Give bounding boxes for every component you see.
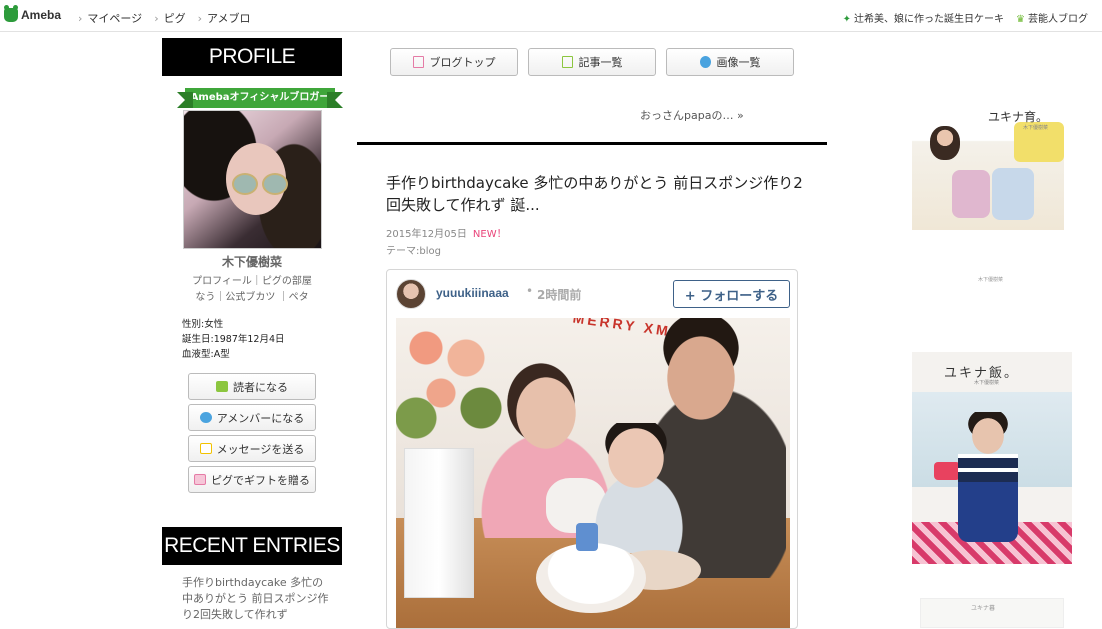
crown-icon: ♛: [1016, 14, 1025, 25]
tab-entry-list[interactable]: 記事一覧: [528, 48, 656, 76]
profile-links: プロフィール｜ピグの部屋 なう｜公式ブカツ ｜ペタ: [162, 274, 342, 306]
star-icon: ✦: [842, 14, 852, 25]
tab-blog-top[interactable]: ブログトップ: [390, 48, 518, 76]
follow-button[interactable]: + フォローする: [673, 280, 790, 308]
post-meta: 2015年12月05日 NEW！ テーマ:blog: [386, 226, 507, 260]
celebrity-blog-link[interactable]: ♛ 芸能人ブログ: [1016, 10, 1088, 25]
tab-image-list[interactable]: 画像一覧: [666, 48, 794, 76]
global-header: Ameba マイページ ピグ アメブロ ✦辻希美、娘に作った誕生日ケーキ ♛芸能…: [0, 0, 1102, 32]
profile-links-line2[interactable]: なう｜公式ブカツ ｜ペタ: [162, 290, 342, 306]
trending-link[interactable]: ✦ 辻希美、娘に作った誕生日ケーキ: [843, 10, 1004, 25]
nav-ameblo[interactable]: アメブロ: [198, 10, 250, 26]
ad1-title: ユキナ育。: [987, 110, 1048, 124]
ad1-subtitle: 木下優樹菜: [1022, 125, 1048, 131]
blogger-name[interactable]: 木下優樹菜: [162, 253, 342, 270]
chat-icon: [199, 412, 212, 423]
ad2-subtitle: 木下優樹菜: [974, 380, 1000, 386]
recent-entry-link[interactable]: 手作りbirthdaycake 多忙の中ありがとう 前日スポンジ作り2回失敗して…: [182, 575, 332, 623]
send-message-button[interactable]: メッセージを送る: [188, 435, 316, 462]
recent-entries-heading: RECENT ENTRIES: [162, 527, 342, 565]
previous-entry-link[interactable]: おっさんpapaの… »: [640, 107, 744, 123]
profile-heading: PROFILE: [162, 38, 342, 76]
mail-icon: [199, 443, 212, 454]
profile-links-line1[interactable]: プロフィール｜ピグの部屋: [162, 274, 342, 290]
profile-avatar[interactable]: [183, 110, 322, 249]
instagram-avatar[interactable]: [396, 279, 426, 309]
post-date: 2015年12月05日: [386, 229, 467, 240]
camera-icon: [699, 56, 711, 68]
document-icon: [412, 56, 424, 68]
list-icon: [561, 56, 573, 68]
instagram-username[interactable]: yuuukiiinaaa: [436, 286, 509, 300]
top-right-links: ✦ 辻希美、娘に作った誕生日ケーキ ♛ 芸能人ブログ: [843, 10, 1088, 25]
post-theme[interactable]: テーマ:blog: [386, 243, 507, 260]
birthday: 誕生日:1987年12月4日: [182, 334, 285, 345]
gender: 性別:女性: [182, 319, 224, 330]
ad-caption: 木下優樹菜: [978, 277, 1004, 283]
divider: [357, 142, 827, 145]
profile-info: 性別:女性 誕生日:1987年12月4日 血液型:A型: [182, 317, 285, 362]
ad-yukina-iku[interactable]: ユキナ育。 木下優樹菜: [912, 82, 1064, 230]
ameba-logo[interactable]: Ameba: [4, 5, 61, 22]
separator-dot: •: [526, 284, 534, 298]
post-time: 2時間前: [537, 288, 582, 302]
amember-button[interactable]: アメンバーになる: [188, 404, 316, 431]
ad-yukina-meshi[interactable]: ユキナ飯。 木下優樹菜: [912, 352, 1072, 564]
new-badge: NEW！: [472, 229, 507, 240]
post-title[interactable]: 手作りbirthdaycake 多忙の中ありがとう 前日スポンジ作り2回失敗して…: [386, 172, 806, 216]
ad3-title: ユキナ暮: [971, 605, 996, 612]
official-blogger-ribbon: Amebaオフィシャルブロガー: [177, 88, 343, 108]
frog-icon: [4, 5, 18, 22]
top-nav: マイページ ピグ アメブロ: [78, 10, 250, 26]
gift-icon: [194, 474, 206, 485]
instagram-photo[interactable]: MERRY XMAS: [396, 318, 790, 628]
instagram-embed: yuuukiiinaaa • 2時間前 + フォローする MERRY XMAS: [386, 269, 798, 629]
nav-mypage[interactable]: マイページ: [78, 10, 142, 26]
nav-pigg[interactable]: ピグ: [154, 10, 186, 26]
subscribe-button[interactable]: 読者になる: [188, 373, 316, 400]
send-gift-button[interactable]: ピグでギフトを贈る: [188, 466, 316, 493]
blood-type: 血液型:A型: [182, 349, 230, 360]
book-icon: [216, 381, 228, 392]
